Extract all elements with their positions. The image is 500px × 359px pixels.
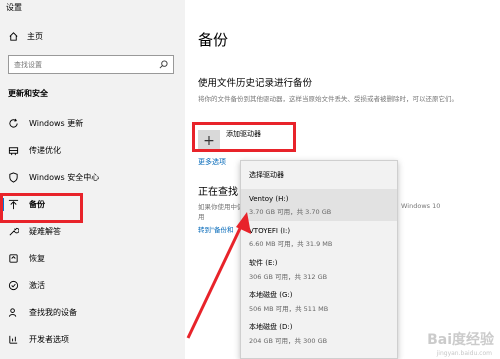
sidebar-item-delivery-optimization[interactable]: 传递优化 (0, 137, 185, 164)
file-history-description: 将你的文件备份到其他驱动器，这样当原始文件丢失、受损或者被删除时，可以还原它们。 (198, 95, 458, 103)
developer-icon (8, 334, 19, 345)
home-link[interactable]: 主页 (8, 31, 43, 42)
sidebar-item-label: Windows 更新 (29, 119, 84, 128)
drive-name: 本地磁盘 (G:) (249, 290, 293, 299)
sidebar-item-find-my-device[interactable]: 查找我的设备 (0, 299, 185, 326)
sidebar-item-label: 开发者选项 (29, 335, 69, 344)
more-options-link[interactable]: 更多选项 (198, 157, 226, 167)
drive-option-ventoy[interactable]: Ventoy (H:) 3.70 GB 可用，共 3.70 GB (241, 189, 397, 221)
check-circle-icon (8, 280, 19, 291)
sidebar-item-label: 恢复 (29, 254, 45, 263)
home-label: 主页 (27, 32, 43, 41)
sidebar-item-developer[interactable]: 开发者选项 (0, 326, 185, 353)
drive-option-local-d[interactable]: 本地磁盘 (D:) 204 GB 可用，共 300 GB (241, 317, 397, 349)
watermark-url: jingyan.baidu.com (436, 350, 492, 357)
refresh-icon (8, 118, 19, 129)
search-box[interactable] (8, 55, 174, 74)
window-title: 设置 (6, 3, 22, 12)
sidebar-item-activation[interactable]: 激活 (0, 272, 185, 299)
highlight-box-backup (0, 193, 83, 223)
file-history-heading: 使用文件历史记录进行备份 (198, 78, 313, 89)
home-icon (8, 31, 19, 42)
drive-space: 3.70 GB 可用，共 3.70 GB (249, 207, 332, 216)
search-input[interactable] (14, 60, 158, 69)
drive-space: 306 GB 可用，共 312 GB (249, 272, 328, 281)
sidebar-item-windows-update[interactable]: Windows 更新 (0, 110, 185, 137)
section-title: 更新和安全 (8, 89, 48, 98)
drive-option-local-g[interactable]: 本地磁盘 (G:) 506 MB 可用，共 511 MB (241, 285, 397, 317)
old-backup-description-right: Windows 10 (401, 202, 441, 210)
highlight-box-add-drive (192, 122, 296, 152)
drive-space: 6.60 MB 可用，共 31.9 MB (249, 239, 333, 248)
watermark-logo: Bai度经验 (427, 332, 494, 348)
page-title: 备份 (198, 31, 229, 49)
sidebar-item-label: Windows 安全中心 (29, 173, 100, 182)
drive-space: 204 GB 可用，共 300 GB (249, 336, 328, 345)
settings-window: 设置 主页 更新和安全 Windows 更新 (0, 0, 500, 359)
recovery-icon (8, 253, 19, 264)
shield-icon (8, 172, 19, 183)
dropdown-header: 选择驱动器 (249, 171, 284, 179)
drive-space: 506 MB 可用，共 511 MB (249, 304, 329, 313)
sidebar-item-recovery[interactable]: 恢复 (0, 245, 185, 272)
drive-option-vtoyefi[interactable]: VTOYEFI (I:) 6.60 MB 可用，共 31.9 MB (241, 221, 397, 253)
drive-name: 软件 (E:) (249, 258, 278, 267)
drive-name: Ventoy (H:) (249, 194, 289, 203)
drive-name: VTOYEFI (I:) (249, 226, 291, 235)
sidebar-item-label: 疑难解答 (29, 227, 61, 236)
drive-name: 本地磁盘 (D:) (249, 322, 293, 331)
search-icon[interactable] (158, 60, 168, 70)
sidebar: 设置 主页 更新和安全 Windows 更新 (0, 0, 185, 359)
delivery-icon (8, 145, 19, 156)
wrench-icon (8, 226, 19, 237)
old-backup-heading: 正在查找 (198, 187, 238, 198)
goto-backup-restore-link[interactable]: 转到"备份和 (198, 224, 234, 234)
sidebar-nav: Windows 更新 传递优化 Windows 安全中心 备份 疑难解答 恢复 … (0, 110, 185, 353)
sidebar-item-label: 查找我的设备 (29, 308, 77, 317)
drive-select-dropdown: 选择驱动器 Ventoy (H:) 3.70 GB 可用，共 3.70 GB V… (240, 160, 398, 359)
sidebar-item-label: 激活 (29, 281, 45, 290)
sidebar-item-windows-security[interactable]: Windows 安全中心 (0, 164, 185, 191)
person-locate-icon (8, 307, 19, 318)
sidebar-item-label: 传递优化 (29, 146, 61, 155)
drive-option-software[interactable]: 软件 (E:) 306 GB 可用，共 312 GB (241, 253, 397, 285)
